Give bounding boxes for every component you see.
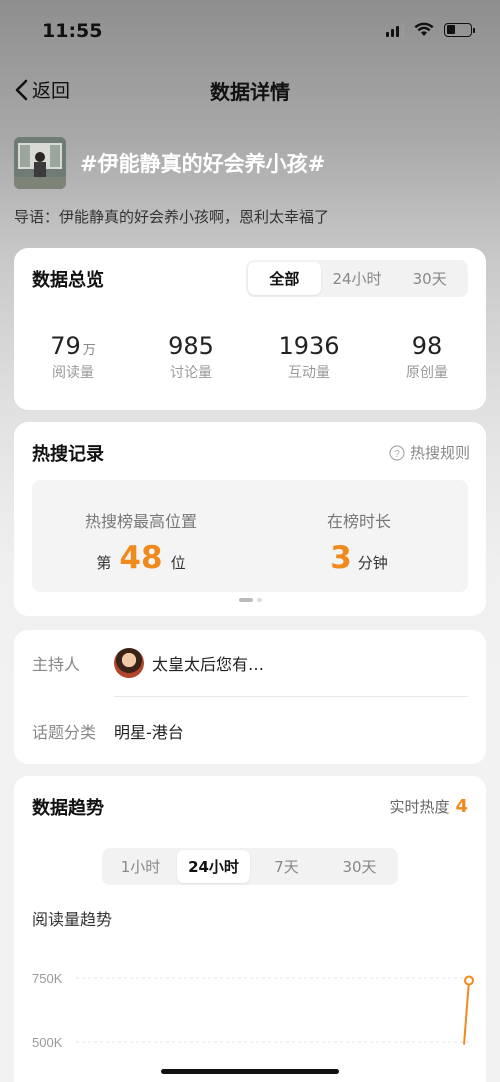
overview-range-tabs: 全部 24小时 30天 <box>246 260 468 297</box>
status-icons <box>386 22 475 37</box>
svg-text:?: ? <box>394 449 400 460</box>
trend-title: 数据趋势 <box>32 798 104 819</box>
stat-unit: 万 <box>82 343 96 358</box>
highest-rank-prefix: 第 <box>96 554 112 572</box>
y-tick-label: 500K <box>32 1035 63 1050</box>
host-label: 主持人 <box>32 655 81 674</box>
hot-search-summary: 热搜榜最高位置 第 48 位 在榜时长 3 分钟 <box>32 480 468 592</box>
stat-label: 互动量 <box>288 365 330 381</box>
hot-search-rules-label: 热搜规则 <box>409 444 470 462</box>
tab-30d[interactable]: 30天 <box>323 850 396 883</box>
tab-24h[interactable]: 24小时 <box>177 850 250 883</box>
wifi-icon <box>414 22 434 36</box>
topic-header: #伊能静真的好会养小孩# <box>14 136 486 190</box>
stat-value: 98 <box>411 332 443 360</box>
tab-7d[interactable]: 7天 <box>250 850 323 883</box>
stat-label: 原创量 <box>406 365 448 381</box>
duration-unit: 分钟 <box>357 554 388 572</box>
host-name[interactable]: 太皇太后您有… <box>152 651 264 675</box>
status-time: 11:55 <box>42 20 103 42</box>
stats-row: 79 万 阅读量 985 讨论量 1936 互动量 98 原创量 <box>14 332 486 382</box>
category-row: 话题分类 明星-港台 <box>32 716 468 746</box>
stat-label: 阅读量 <box>52 365 94 381</box>
stat-value: 79 <box>50 332 81 360</box>
stat-value: 1936 <box>278 332 340 360</box>
avatar[interactable] <box>114 648 144 678</box>
topic-intro: 导语：伊能静真的好会养小孩啊，恩利太幸福了 <box>14 208 330 226</box>
realtime-heat: 实时热度 4 <box>389 796 468 817</box>
topic-title: #伊能静真的好会养小孩# <box>80 152 326 176</box>
hot-search-title: 热搜记录 <box>32 444 104 465</box>
highest-rank-label: 热搜榜最高位置 <box>84 512 197 531</box>
nav-bar: 返回 数据详情 <box>0 70 500 110</box>
stat-value: 985 <box>168 332 214 360</box>
home-indicator <box>161 1069 339 1074</box>
status-bar: 11:55 <box>0 0 500 60</box>
category-label: 话题分类 <box>32 723 97 742</box>
topic-thumbnail <box>14 137 66 189</box>
stat-originals: 98 原创量 <box>368 332 486 382</box>
data-point[interactable] <box>464 975 474 986</box>
divider <box>114 696 468 697</box>
question-icon: ? <box>389 444 405 461</box>
tab-all[interactable]: 全部 <box>248 262 321 295</box>
page-title: 数据详情 <box>210 80 290 104</box>
read-trend-chart: 750K 500K <box>32 971 474 1050</box>
category-value[interactable]: 明星-港台 <box>114 719 184 743</box>
tab-30d[interactable]: 30天 <box>393 262 466 295</box>
chart-title: 阅读量趋势 <box>32 910 113 929</box>
duration-label: 在榜时长 <box>326 512 391 531</box>
stat-discussions: 985 讨论量 <box>132 332 250 382</box>
realtime-heat-value: 4 <box>455 796 468 817</box>
realtime-heat-label: 实时热度 <box>389 798 450 816</box>
signal-icon <box>386 22 404 37</box>
tab-24h[interactable]: 24小时 <box>321 262 394 295</box>
overview-title: 数据总览 <box>32 270 104 291</box>
tab-1h[interactable]: 1小时 <box>104 850 177 883</box>
duration-value: 3 <box>330 540 352 576</box>
info-card: 主持人 太皇太后您有… 话题分类 明星-港台 <box>14 630 486 764</box>
page-indicator <box>14 598 486 602</box>
on-list-duration: 在榜时长 3 分钟 <box>250 480 468 592</box>
highest-rank-value: 48 <box>119 540 163 576</box>
overview-card: 数据总览 全部 24小时 30天 79 万 阅读量 985 讨论量 1936 互动… <box>14 248 486 410</box>
highest-rank-suffix: 位 <box>170 554 186 572</box>
series-line <box>463 980 470 1045</box>
hot-search-rules-link[interactable]: ? 热搜规则 <box>389 442 470 463</box>
trend-range-tabs: 1小时 24小时 7天 30天 <box>102 848 398 885</box>
y-tick-label: 750K <box>32 971 63 986</box>
trend-card: 数据趋势 实时热度 4 1小时 24小时 7天 30天 阅读量趋势 750K 50… <box>14 776 486 1082</box>
stat-label: 讨论量 <box>170 365 212 381</box>
stat-interactions: 1936 互动量 <box>250 332 368 382</box>
host-row: 主持人 太皇太后您有… <box>32 648 468 678</box>
highest-rank: 热搜榜最高位置 第 48 位 <box>32 480 250 592</box>
stat-reads: 79 万 阅读量 <box>14 332 132 382</box>
battery-icon <box>444 22 475 37</box>
hot-search-card: 热搜记录 ? 热搜规则 热搜榜最高位置 第 48 位 在榜时长 3 分钟 <box>14 422 486 616</box>
